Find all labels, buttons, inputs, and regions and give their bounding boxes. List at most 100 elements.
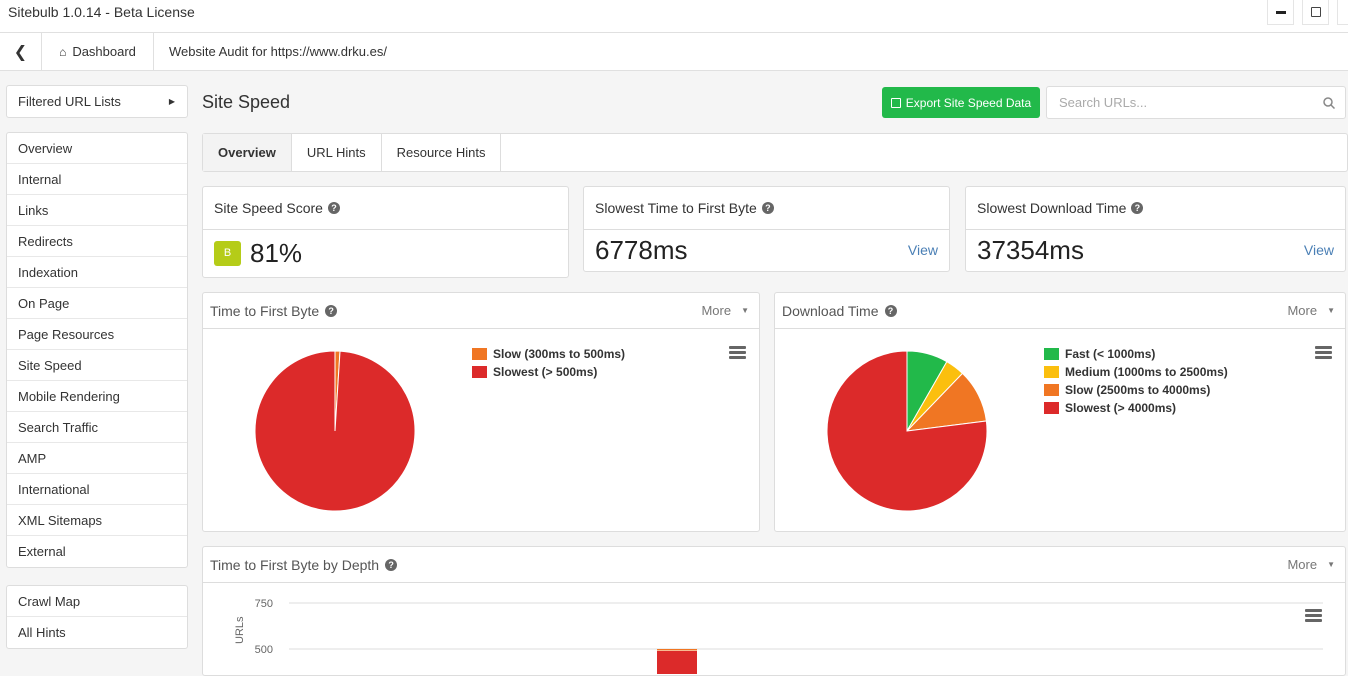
sidebar-item-site-speed[interactable]: Site Speed (7, 350, 187, 381)
sidebar-item-mobile-rendering[interactable]: Mobile Rendering (7, 381, 187, 412)
dashboard-label: Dashboard (72, 44, 136, 59)
legend-item[interactable]: Fast (< 1000ms) (1044, 345, 1228, 363)
download-view-link[interactable]: View (1304, 242, 1334, 258)
search-box (1046, 86, 1346, 119)
depth-bar-chart: 500 750 URLs (234, 598, 1323, 674)
download-legend: Fast (< 1000ms) Medium (1000ms to 2500ms)… (1044, 345, 1228, 417)
legend-label: Slowest (> 500ms) (493, 365, 598, 379)
y-axis-label: URLs (234, 616, 246, 644)
legend-item[interactable]: Medium (1000ms to 2500ms) (1044, 363, 1228, 381)
export-site-speed-button[interactable]: Export Site Speed Data (882, 87, 1040, 118)
legend-swatch (1044, 384, 1059, 396)
sidebar-item-amp[interactable]: AMP (7, 443, 187, 474)
sidebar-item-xml-sitemaps[interactable]: XML Sitemaps (7, 505, 187, 536)
ttfb-view-link[interactable]: View (908, 242, 938, 258)
legend-label: Slowest (> 4000ms) (1065, 401, 1177, 415)
grade-badge: B (214, 240, 241, 266)
sidebar-item-on-page[interactable]: On Page (7, 288, 187, 319)
ttfb-label: Slowest Time to First Byte (595, 200, 757, 216)
y-tick-label: 750 (255, 598, 273, 610)
ttfb-chart-panel: Time to First Byte? More ▼ Slow (300ms to… (202, 292, 760, 532)
chart-menu-icon[interactable] (1315, 346, 1332, 361)
help-icon[interactable]: ? (325, 304, 338, 317)
bar-slowest[interactable] (657, 651, 697, 674)
dashboard-link[interactable]: ⌂ Dashboard (42, 33, 154, 70)
sidebar-item-search-traffic[interactable]: Search Traffic (7, 412, 187, 443)
page-title: Site Speed (202, 92, 291, 112)
legend-label: Slow (300ms to 500ms) (493, 347, 626, 361)
ttfb-pie-chart (254, 350, 416, 512)
caret-down-icon: ▼ (1327, 560, 1335, 569)
slowest-download-card: Slowest Download Time? 37354ms View (965, 186, 1346, 272)
download-chart-panel: Download Time? More ▼ Fast (< 1000ms) Medi… (774, 292, 1346, 532)
sidebar-item-redirects[interactable]: Redirects (7, 226, 187, 257)
more-dropdown[interactable]: More ▼ (1287, 557, 1335, 572)
sidebar-item-crawl-map[interactable]: Crawl Map (7, 586, 187, 617)
legend-swatch (472, 348, 487, 360)
legend-label: Fast (< 1000ms) (1065, 347, 1156, 361)
sidebar-item-internal[interactable]: Internal (7, 164, 187, 195)
legend-item[interactable]: Slowest (> 500ms) (472, 363, 625, 381)
save-icon (890, 97, 901, 108)
maximize-button[interactable] (1302, 0, 1329, 25)
minimize-button[interactable] (1267, 0, 1294, 25)
filtered-url-lists-label: Filtered URL Lists (18, 94, 121, 109)
legend-swatch (1044, 366, 1059, 378)
legend-label: Medium (1000ms to 2500ms) (1065, 365, 1228, 379)
legend-item[interactable]: Slowest (> 4000ms) (1044, 399, 1228, 417)
more-label: More (701, 303, 732, 318)
title-bar: Sitebulb 1.0.14 - Beta License (0, 0, 1348, 32)
legend-swatch (472, 366, 487, 378)
search-icon[interactable] (1323, 96, 1335, 109)
bar-slow[interactable] (657, 649, 697, 651)
sidebar-item-page-resources[interactable]: Page Resources (7, 319, 187, 350)
back-button[interactable]: ❮ (0, 33, 42, 70)
maximize-icon (1310, 7, 1321, 17)
nav-bar: ❮ ⌂ Dashboard Website Audit for https://… (0, 32, 1348, 71)
more-dropdown[interactable]: More ▼ (1287, 303, 1335, 318)
chevron-left-icon: ❮ (13, 43, 28, 61)
help-icon[interactable]: ? (327, 202, 340, 214)
filtered-url-lists-button[interactable]: Filtered URL Lists ▶ (6, 85, 188, 118)
y-tick-label: 500 (255, 644, 273, 656)
help-icon[interactable]: ? (1131, 202, 1144, 214)
help-icon[interactable]: ? (884, 304, 897, 317)
download-pie-chart (826, 350, 988, 512)
chart-menu-icon[interactable] (729, 346, 746, 361)
download-label: Slowest Download Time (977, 200, 1127, 216)
search-input[interactable] (1059, 95, 1323, 110)
sidebar-item-links[interactable]: Links (7, 195, 187, 226)
depth-chart-title: Time to First Byte by Depth (210, 556, 380, 573)
sidebar-tools: Crawl Map All Hints (6, 585, 188, 649)
breadcrumb: Website Audit for https://www.drku.es/ (169, 44, 387, 59)
caret-right-icon: ▶ (168, 97, 175, 106)
more-dropdown[interactable]: More ▼ (701, 303, 749, 318)
pie-slice[interactable] (254, 350, 416, 512)
sidebar-item-external[interactable]: External (7, 536, 187, 567)
legend-item[interactable]: Slow (300ms to 500ms) (472, 345, 625, 363)
ttfb-legend: Slow (300ms to 500ms) Slowest (> 500ms) (472, 345, 625, 381)
score-value: 81% (250, 237, 303, 268)
tab-overview[interactable]: Overview (203, 134, 292, 171)
tab-url-hints[interactable]: URL Hints (292, 134, 382, 171)
caret-down-icon: ▼ (741, 306, 749, 315)
sidebar-item-international[interactable]: International (7, 474, 187, 505)
download-value: 37354ms (977, 234, 1084, 265)
score-label: Site Speed Score (214, 200, 323, 216)
sidebar-item-overview[interactable]: Overview (7, 133, 187, 164)
sidebar-item-indexation[interactable]: Indexation (7, 257, 187, 288)
tab-resource-hints[interactable]: Resource Hints (382, 134, 502, 171)
site-speed-score-card: Site Speed Score? B 81% (202, 186, 569, 278)
export-label: Export Site Speed Data (905, 95, 1032, 110)
sidebar-nav: Overview Internal Links Redirects Indexa… (6, 132, 188, 568)
sidebar-item-all-hints[interactable]: All Hints (7, 617, 187, 648)
chart-menu-icon[interactable] (1305, 609, 1322, 624)
window-title: Sitebulb 1.0.14 - Beta License (8, 4, 195, 20)
home-icon: ⌂ (59, 44, 67, 59)
help-icon[interactable]: ? (385, 558, 398, 571)
close-button[interactable] (1337, 0, 1348, 25)
caret-down-icon: ▼ (1327, 306, 1335, 315)
tab-bar: Overview URL Hints Resource Hints (202, 133, 1348, 172)
help-icon[interactable]: ? (761, 202, 774, 214)
legend-item[interactable]: Slow (2500ms to 4000ms) (1044, 381, 1228, 399)
